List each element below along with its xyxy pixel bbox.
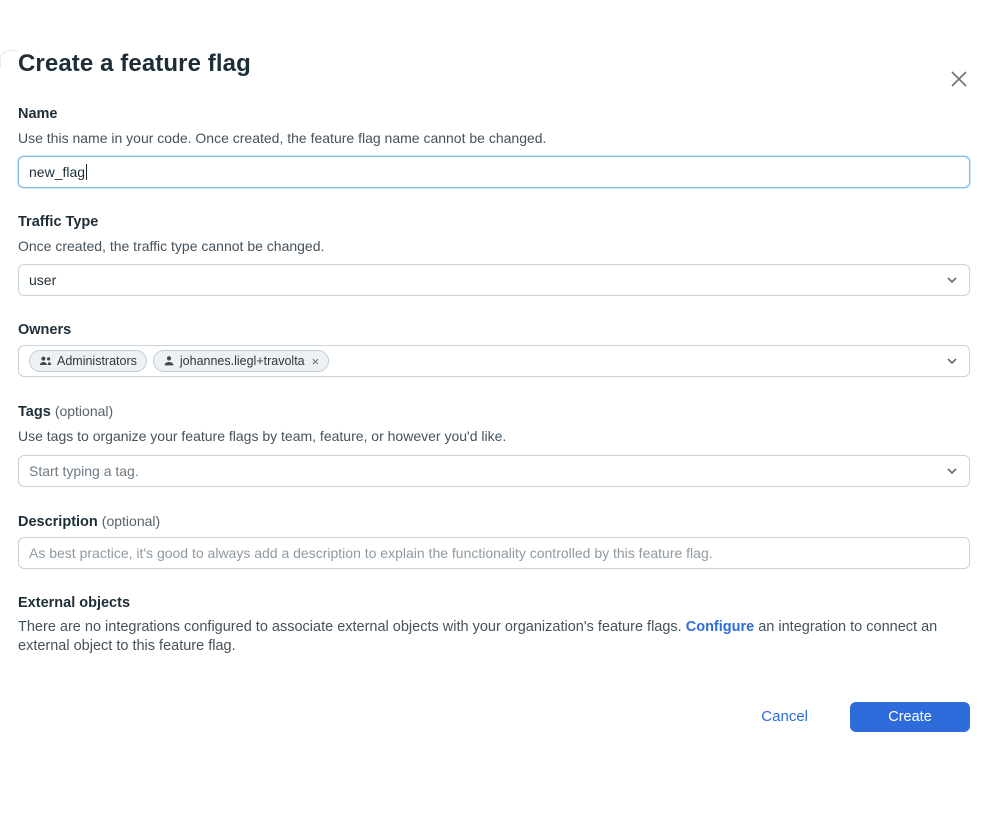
external-objects-text: There are no integrations configured to … xyxy=(18,618,970,656)
traffic-type-value: user xyxy=(29,272,56,288)
name-helper: Use this name in your code. Once created… xyxy=(18,129,970,147)
owners-field-group: Owners Administrators xyxy=(18,322,970,377)
tags-label: Tags (optional) xyxy=(18,403,970,420)
group-icon xyxy=(39,355,52,367)
chevron-down-icon xyxy=(945,464,959,478)
remove-owner-icon[interactable]: × xyxy=(312,355,320,368)
tags-helper: Use tags to organize your feature flags … xyxy=(18,427,970,445)
description-optional-text: (optional) xyxy=(102,513,160,529)
external-objects-label: External objects xyxy=(18,595,970,611)
create-feature-flag-modal: Create a feature flag Name Use this name… xyxy=(0,50,988,732)
person-icon xyxy=(163,355,175,367)
text-caret xyxy=(86,164,87,180)
owner-chip-administrators: Administrators xyxy=(29,350,147,372)
tags-input[interactable]: Start typing a tag. xyxy=(18,455,970,487)
description-label: Description (optional) xyxy=(18,513,970,530)
owner-chips: Administrators johannes.liegl+travolta × xyxy=(29,350,329,372)
chevron-down-icon xyxy=(945,273,959,287)
description-placeholder: As best practice, it's good to always ad… xyxy=(29,545,713,561)
name-input[interactable]: new_flag xyxy=(18,156,970,188)
tags-field-group: Tags (optional) Use tags to organize you… xyxy=(18,403,970,486)
traffic-type-select[interactable]: user xyxy=(18,264,970,296)
configure-link[interactable]: Configure xyxy=(686,619,754,635)
tags-placeholder: Start typing a tag. xyxy=(29,463,139,479)
create-button[interactable]: Create xyxy=(850,702,970,732)
owner-chip-label: Administrators xyxy=(57,354,137,368)
chevron-down-icon xyxy=(945,354,959,368)
close-icon[interactable] xyxy=(947,67,971,91)
tags-label-text: Tags xyxy=(18,404,51,420)
traffic-type-helper: Once created, the traffic type cannot be… xyxy=(18,237,970,255)
external-objects-text-before: There are no integrations configured to … xyxy=(18,619,686,635)
name-label: Name xyxy=(18,106,970,122)
name-field-group: Name Use this name in your code. Once cr… xyxy=(18,106,970,188)
cancel-button[interactable]: Cancel xyxy=(761,708,808,725)
traffic-type-field-group: Traffic Type Once created, the traffic t… xyxy=(18,214,970,296)
description-field-group: Description (optional) As best practice,… xyxy=(18,513,970,569)
name-input-value: new_flag xyxy=(29,164,85,180)
description-input[interactable]: As best practice, it's good to always ad… xyxy=(18,537,970,569)
modal-footer: Cancel Create xyxy=(18,702,970,732)
traffic-type-label: Traffic Type xyxy=(18,214,970,230)
tags-optional-text: (optional) xyxy=(55,403,113,419)
owners-label: Owners xyxy=(18,322,970,338)
owner-chip-label: johannes.liegl+travolta xyxy=(180,354,305,368)
page-title: Create a feature flag xyxy=(18,50,970,78)
owner-chip-user: johannes.liegl+travolta × xyxy=(153,350,329,372)
external-objects-group: External objects There are no integratio… xyxy=(18,595,970,656)
owners-select[interactable]: Administrators johannes.liegl+travolta × xyxy=(18,345,970,377)
close-x-glyph xyxy=(949,69,969,89)
description-label-text: Description xyxy=(18,514,98,530)
